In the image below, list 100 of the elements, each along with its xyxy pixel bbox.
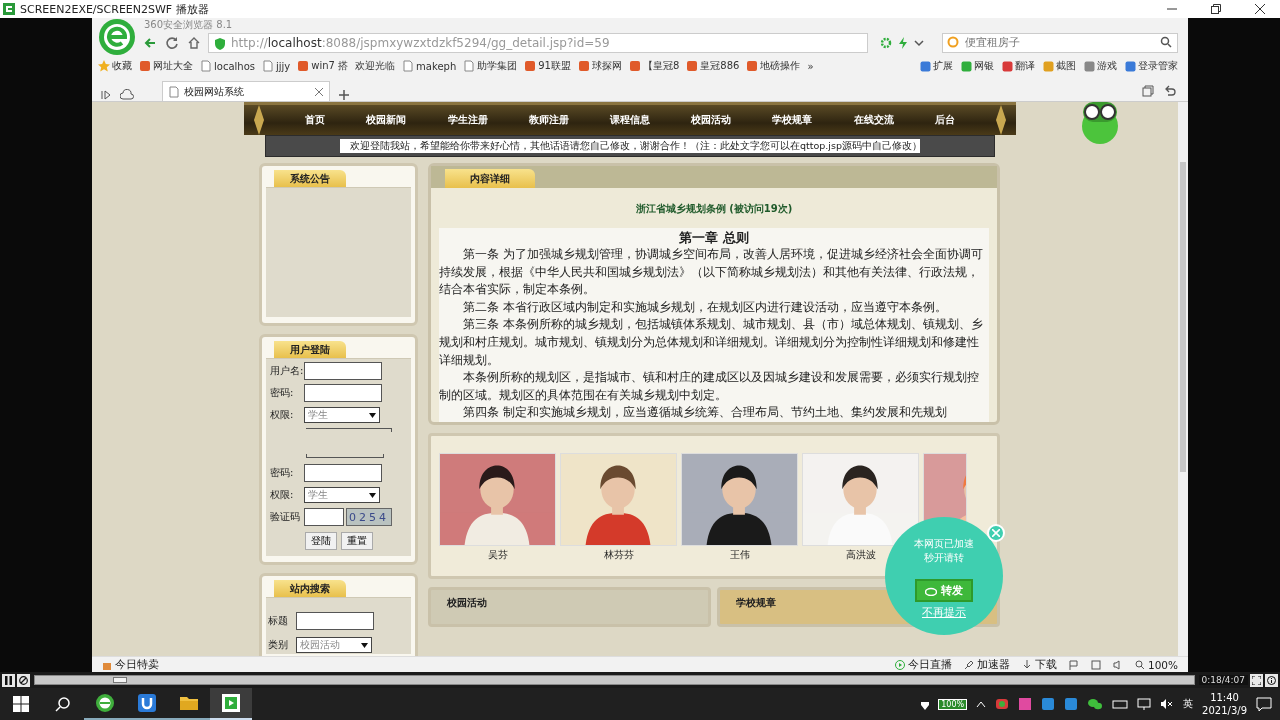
form-button[interactable]: 登陆	[304, 532, 337, 550]
toolbar-menu[interactable]: 网银	[961, 59, 994, 73]
stop-button[interactable]	[17, 673, 30, 687]
select-field[interactable]: 学生	[304, 407, 380, 423]
input-field[interactable]	[304, 508, 344, 526]
tray-app-icon[interactable]	[995, 698, 1010, 710]
panel-title: 用户登陆	[274, 341, 346, 358]
search-field[interactable]: 便宜租房子	[942, 32, 1178, 53]
pause-button[interactable]	[2, 673, 15, 687]
bookmark[interactable]: 助学集团	[463, 59, 518, 73]
weibo-icon	[925, 585, 937, 596]
bookmark[interactable]: 网址大全	[139, 59, 193, 73]
bookmark[interactable]: 皇冠886	[686, 59, 740, 73]
bookmark[interactable]: 欢迎光临	[355, 59, 396, 73]
address-field[interactable]: http://localhost:8088/jspmxywzxtdzkf5294/gg_detail.jsp?id=59	[208, 32, 868, 53]
bookmark[interactable]: 91联盟	[524, 59, 571, 73]
input-method[interactable]: 英	[1183, 697, 1194, 711]
select-field[interactable]: 学生	[304, 487, 380, 503]
muted-speaker-icon[interactable]	[1160, 698, 1175, 710]
toolbar-menu[interactable]: 翻译	[1002, 59, 1035, 73]
toolbar-menu[interactable]: 游戏	[1084, 59, 1117, 73]
pause-icon	[4, 675, 13, 685]
tray-app-icon[interactable]	[1064, 697, 1079, 711]
shield-icon	[214, 36, 226, 51]
photo-caption: 吴芬	[487, 547, 508, 562]
browser-tab[interactable]: 校园网站系统	[162, 81, 330, 101]
input-field[interactable]	[304, 384, 382, 402]
input-field[interactable]	[304, 464, 382, 482]
input-field[interactable]	[296, 612, 374, 630]
bookmark[interactable]: 地磅操作	[746, 59, 801, 73]
browser-title: 360安全浏览器 8.1	[143, 18, 234, 31]
flag-icon[interactable]	[1068, 659, 1079, 670]
status-link[interactable]: 今日特卖	[102, 657, 159, 672]
status-link[interactable]: 下载	[1021, 657, 1057, 672]
search-icon	[1160, 35, 1172, 48]
paragraph: 第二条 本省行政区域内制定和实施城乡规划，在规划区内进行建设活动，应当遵守本条例。	[462, 298, 949, 316]
home-icon	[187, 35, 201, 50]
bookmark[interactable]: win7 搭	[297, 59, 349, 73]
caret-icon[interactable]	[976, 700, 987, 708]
nav-link[interactable]: 后台	[934, 113, 955, 127]
nav-link[interactable]: 课程信息	[609, 113, 650, 127]
windows-logo-icon	[13, 696, 29, 712]
bookmark[interactable]: jjjy	[261, 60, 291, 72]
form-button[interactable]: 重置	[340, 532, 373, 550]
network-icon[interactable]	[1137, 697, 1152, 711]
nav-link[interactable]: 学生注册	[447, 113, 488, 127]
nav-link[interactable]: 校园新闻	[366, 113, 407, 127]
site-icon	[297, 60, 310, 72]
more-bookmarks-button[interactable]: »	[807, 60, 814, 72]
site-icon	[139, 60, 151, 72]
seek-thumb[interactable]	[112, 677, 127, 683]
tray-app-icon[interactable]	[1018, 697, 1033, 711]
bookmark[interactable]: 收藏	[98, 59, 132, 73]
cloud-icon[interactable]	[120, 89, 134, 101]
nav-link[interactable]: 校园活动	[691, 113, 732, 127]
chat-icon[interactable]	[1087, 697, 1104, 711]
windows-icon[interactable]	[1142, 85, 1154, 97]
input-field[interactable]	[304, 362, 382, 380]
tray-app-icon[interactable]	[1041, 697, 1056, 711]
back-icon	[143, 35, 157, 50]
status-link[interactable]: 今日直播	[894, 657, 952, 672]
nav-link[interactable]: 教师注册	[528, 113, 569, 127]
notification-icon[interactable]	[1256, 697, 1272, 711]
nav-link[interactable]: 首页	[305, 113, 326, 127]
bookmark[interactable]: makeph	[402, 60, 457, 72]
caret-icon	[369, 412, 376, 418]
caret-icon	[361, 642, 368, 648]
bookmark[interactable]: localhos	[200, 60, 255, 72]
window-icon[interactable]	[1090, 659, 1101, 670]
section-header: 校园活动	[428, 586, 711, 627]
select-field[interactable]: 校园活动	[296, 637, 372, 653]
bookmark[interactable]: 球探网	[577, 59, 622, 73]
device-icon[interactable]	[1112, 698, 1129, 710]
caret-icon	[914, 37, 924, 48]
zoom-level[interactable]: 100%	[1134, 658, 1178, 671]
toolbar-menu[interactable]: 登录管家	[1125, 59, 1178, 73]
nav-link[interactable]: 学校规章	[772, 113, 813, 127]
status-link[interactable]: 加速器	[963, 657, 1010, 672]
close-icon[interactable]	[315, 87, 323, 96]
panel-title: 内容详细	[445, 169, 535, 188]
sidebar-toggle-icon[interactable]	[100, 89, 112, 101]
toolbar-menu[interactable]: 扩展	[920, 59, 953, 73]
paragraph: 本条例所称的规划区，是指城市、镇和村庄的建成区以及因城乡建设和发展需要，必须实行规划控制的区域。规划区的具体范围在有关城乡规划中划定。	[439, 369, 981, 404]
lightning-icon	[898, 36, 908, 49]
panel-title: 系统公告	[274, 170, 346, 187]
refresh-icon	[165, 35, 179, 50]
nav-link[interactable]: 在线交流	[853, 113, 894, 127]
toolbar-menu[interactable]: 截图	[1043, 59, 1076, 73]
speaker-icon[interactable]	[1112, 659, 1123, 670]
fullscreen-button[interactable]	[1250, 673, 1263, 687]
info-button[interactable]	[1265, 673, 1278, 687]
seek-track[interactable]	[34, 675, 1195, 685]
refresh-button[interactable]	[164, 34, 180, 51]
field-label: 类别	[268, 638, 289, 652]
undo-icon[interactable]	[1164, 85, 1176, 97]
bookmark[interactable]: 【皇冠8	[628, 59, 680, 73]
taskbar-app[interactable]	[210, 688, 252, 720]
new-tab-icon[interactable]	[338, 89, 350, 101]
tool-icon	[1084, 60, 1095, 72]
rocket-icon	[963, 659, 974, 670]
